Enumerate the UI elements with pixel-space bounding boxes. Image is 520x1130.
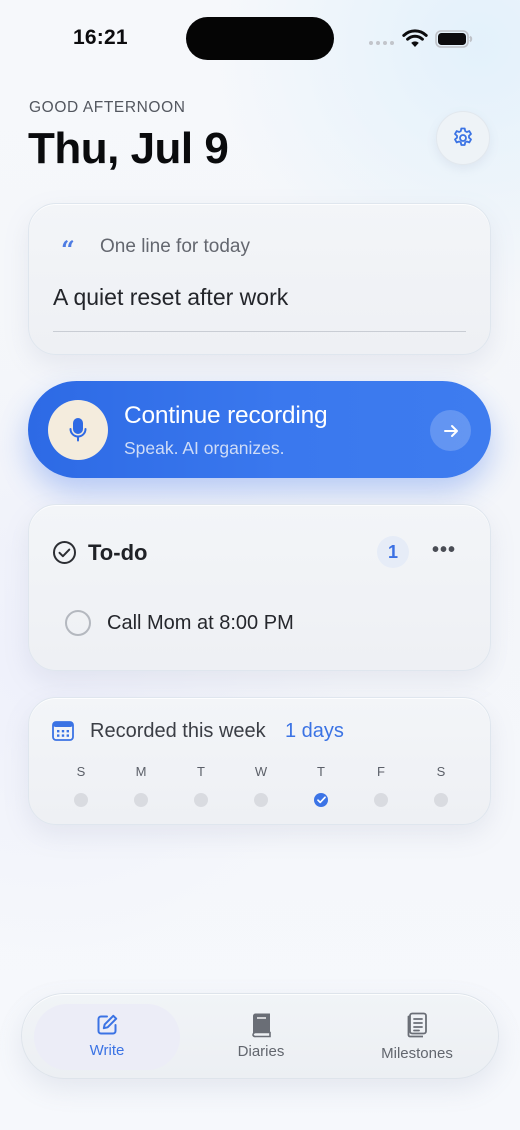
check-circle-icon (53, 541, 76, 564)
todo-card: To-do 1 ••• Call Mom at 8:00 PM (28, 504, 491, 671)
todo-count-badge: 1 (377, 536, 409, 568)
todo-item-checkbox[interactable] (65, 610, 91, 636)
one-line-label: One line for today (100, 236, 250, 257)
day-sunday: S (66, 764, 96, 807)
week-card[interactable]: Recorded this week 1 days S M T W T F S (28, 697, 491, 825)
milestones-icon (407, 1012, 427, 1038)
tab-label: Milestones (381, 1045, 453, 1062)
tab-label: Diaries (237, 1043, 285, 1060)
day-dot (134, 793, 148, 807)
day-letter: W (254, 764, 268, 779)
wifi-icon (402, 29, 428, 47)
one-line-text[interactable]: A quiet reset after work (53, 284, 288, 311)
dynamic-island (186, 17, 334, 60)
one-line-underline (53, 331, 466, 332)
arrow-right-icon (430, 410, 471, 451)
continue-recording-button[interactable]: Continue recording Speak. AI organizes. (28, 381, 491, 478)
record-title: Continue recording (124, 402, 328, 429)
status-time: 16:21 (73, 26, 128, 49)
day-letter: S (436, 764, 446, 779)
tab-label: Write (89, 1042, 125, 1059)
tab-diaries[interactable]: Diaries (188, 994, 334, 1080)
calendar-icon (52, 721, 74, 741)
todo-item-text[interactable]: Call Mom at 8:00 PM (107, 612, 294, 635)
day-letter: T (317, 764, 325, 779)
day-dot-recorded (314, 793, 328, 807)
day-letter: T (197, 764, 205, 779)
edit-icon (97, 1014, 118, 1035)
microphone-icon (69, 418, 87, 442)
day-friday: F (366, 764, 396, 807)
more-options-icon[interactable]: ••• (432, 539, 456, 562)
day-wednesday: W (246, 764, 276, 807)
tab-bar: Write Diaries Milestones (21, 993, 499, 1079)
tab-write[interactable]: Write (34, 994, 180, 1080)
record-subtitle: Speak. AI organizes. (124, 438, 285, 458)
day-saturday: S (426, 764, 456, 807)
settings-button[interactable] (436, 111, 490, 165)
tab-milestones[interactable]: Milestones (344, 994, 490, 1080)
greeting: GOOD AFTERNOON (29, 99, 186, 116)
day-dot (74, 793, 88, 807)
check-icon (316, 796, 326, 804)
gear-icon (454, 127, 472, 146)
book-icon (252, 1013, 271, 1038)
day-dot (434, 793, 448, 807)
todo-title: To-do (88, 540, 148, 565)
day-letter: S (76, 764, 86, 779)
week-count: 1 days (285, 720, 344, 742)
battery-icon (435, 30, 473, 48)
cellular-signal-icon (369, 41, 394, 45)
day-letter: M (135, 764, 147, 779)
day-dot (254, 793, 268, 807)
mic-badge (48, 400, 108, 460)
week-label: Recorded this week (90, 720, 266, 742)
page-title: Thu, Jul 9 (28, 124, 229, 173)
day-thursday: T (306, 764, 336, 807)
day-tuesday: T (186, 764, 216, 807)
day-monday: M (126, 764, 156, 807)
one-line-card[interactable]: “ One line for today A quiet reset after… (28, 203, 491, 355)
day-dot (194, 793, 208, 807)
day-dot (374, 793, 388, 807)
quote-icon: “ (61, 235, 75, 264)
day-letter: F (377, 764, 385, 779)
